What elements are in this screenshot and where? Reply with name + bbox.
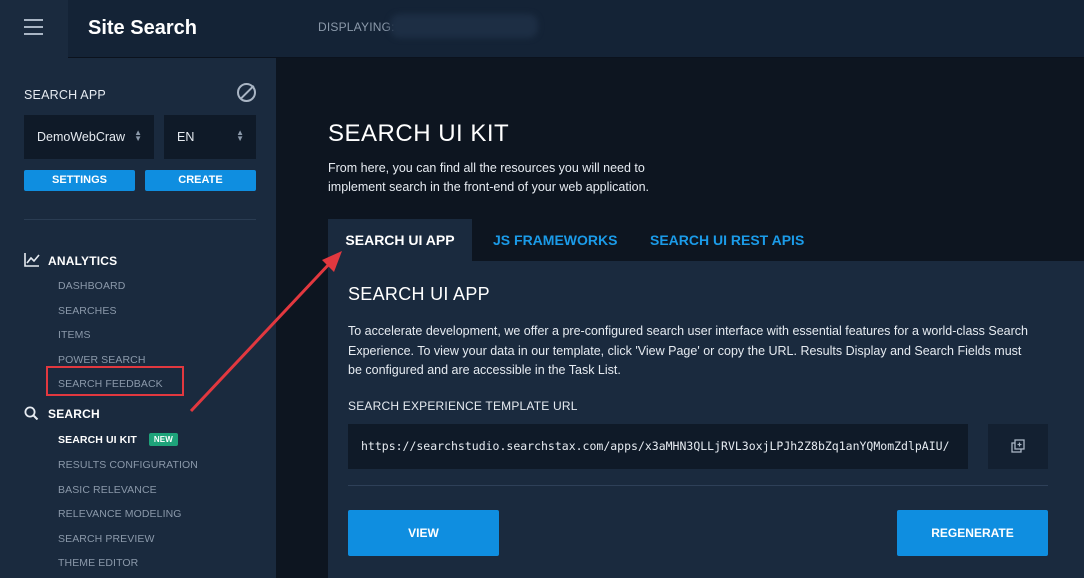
- search-app-label: SEARCH APP: [24, 88, 106, 102]
- tab-panel: SEARCH UI APP To accelerate development,…: [328, 261, 1084, 578]
- regenerate-button[interactable]: REGENERATE: [897, 510, 1048, 556]
- main-content: SEARCH UI KIT From here, you can find al…: [276, 58, 1084, 578]
- language-select[interactable]: EN ▲ ▼: [164, 115, 256, 159]
- sidebar-item-items[interactable]: ITEMS: [58, 329, 91, 341]
- sidebar-item-relevance-modeling[interactable]: RELEVANCE MODELING: [58, 508, 182, 520]
- tab-search-ui-rest-apis[interactable]: SEARCH UI REST APIS: [650, 219, 804, 261]
- language-select-value: EN: [177, 130, 195, 144]
- redacted-display-value: [390, 14, 538, 38]
- select-arrows-icon: ▲ ▼: [236, 128, 244, 143]
- top-bar: Site Search DISPLAYING:: [0, 0, 1084, 58]
- copy-icon: [1011, 439, 1025, 453]
- sidebar-item-dashboard[interactable]: DASHBOARD: [58, 280, 125, 292]
- copy-url-button[interactable]: [988, 424, 1048, 469]
- sidebar-item-search-ui-kit[interactable]: SEARCH UI KIT NEW: [58, 433, 178, 446]
- search-title-text: SEARCH: [48, 407, 100, 421]
- search-icon: [24, 406, 39, 420]
- menu-toggle[interactable]: [0, 0, 68, 58]
- sidebar-item-searches[interactable]: SEARCHES: [58, 305, 117, 317]
- panel-description: To accelerate development, we offer a pr…: [348, 324, 1028, 377]
- analytics-section-title[interactable]: ANALYTICS: [24, 253, 117, 268]
- search-section-title[interactable]: SEARCH: [24, 406, 100, 421]
- sidebar: SEARCH APP DemoWebCraw ▲ ▼ EN ▲ ▼ SETTINGS…: [0, 58, 276, 578]
- template-url-field[interactable]: https://searchstudio.searchstax.com/apps…: [348, 424, 968, 469]
- sidebar-item-results-configuration[interactable]: RESULTS CONFIGURATION: [58, 459, 198, 471]
- panel-divider: [348, 485, 1048, 486]
- unpin-icon[interactable]: [237, 83, 256, 102]
- hamburger-icon: [24, 19, 43, 35]
- page-title: SEARCH UI KIT: [328, 120, 510, 147]
- template-url-label: SEARCH EXPERIENCE TEMPLATE URL: [348, 399, 578, 413]
- sidebar-item-power-search[interactable]: POWER SEARCH: [58, 354, 146, 366]
- chart-line-icon: [24, 253, 40, 267]
- sidebar-item-label: SEARCH UI KIT: [58, 434, 137, 446]
- displaying-label: DISPLAYING:: [318, 20, 395, 34]
- new-badge: NEW: [148, 433, 178, 446]
- annotation-highlight-box: [46, 366, 184, 396]
- view-button[interactable]: VIEW: [348, 510, 499, 556]
- analytics-title-text: ANALYTICS: [48, 254, 118, 268]
- app-select-value: DemoWebCraw: [37, 130, 125, 144]
- sidebar-item-theme-editor[interactable]: THEME EDITOR: [58, 557, 138, 569]
- tab-search-ui-app[interactable]: SEARCH UI APP: [328, 219, 472, 261]
- tab-js-frameworks[interactable]: JS FRAMEWORKS: [493, 219, 617, 261]
- app-title: Site Search: [88, 17, 197, 39]
- panel-title: SEARCH UI APP: [348, 284, 490, 304]
- create-button[interactable]: CREATE: [145, 170, 256, 191]
- sidebar-item-search-preview[interactable]: SEARCH PREVIEW: [58, 533, 155, 545]
- settings-button[interactable]: SETTINGS: [24, 170, 135, 191]
- app-select[interactable]: DemoWebCraw ▲ ▼: [24, 115, 154, 159]
- sidebar-item-basic-relevance[interactable]: BASIC RELEVANCE: [58, 484, 157, 496]
- page-description: From here, you can find all the resource…: [328, 161, 650, 194]
- sidebar-divider: [24, 219, 256, 220]
- select-arrows-icon: ▲ ▼: [134, 128, 142, 143]
